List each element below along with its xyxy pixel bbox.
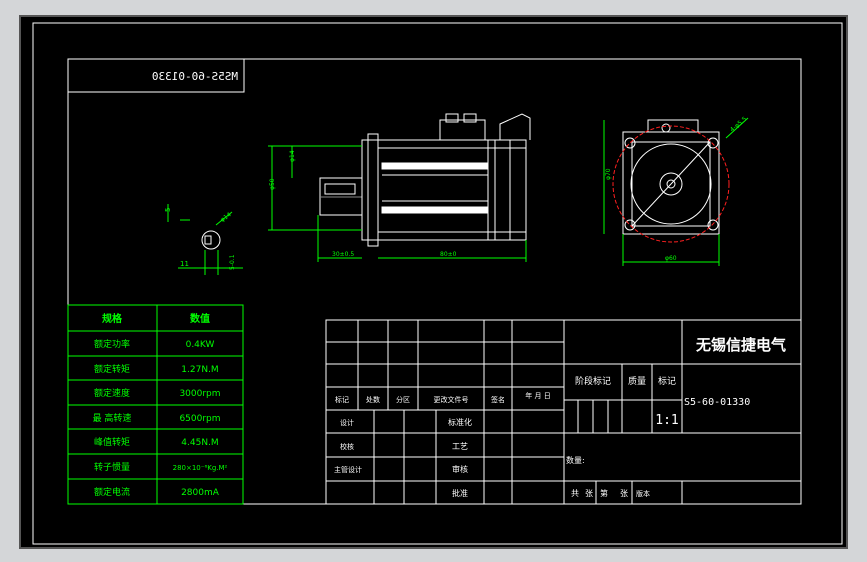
rev-header-0: 标记: [335, 395, 349, 404]
rev-header-2: 分区: [396, 395, 410, 404]
spec-row-2-label: 额定速度: [94, 387, 130, 399]
sheets-c: 第: [600, 488, 608, 498]
mark-label: 标记: [658, 375, 676, 387]
label-approve: 批准: [452, 488, 468, 498]
label-chief: 主管设计: [334, 465, 362, 474]
dim-len-b: 80±0: [440, 251, 457, 258]
spec-row-5-label: 转子惯量: [94, 461, 130, 473]
dim-key-b: 11: [180, 260, 189, 268]
sheets-a: 共: [571, 489, 579, 498]
dim-height-a: φ50: [269, 178, 276, 190]
label-design: 设计: [340, 418, 354, 427]
dim-key-a: 5: [164, 208, 172, 212]
spec-row-6-label: 额定电流: [94, 486, 130, 498]
label-process: 工艺: [452, 442, 468, 451]
dim-len-a: 30±0.5: [332, 251, 354, 258]
rev-header-3: 更改文件号: [434, 395, 469, 404]
quantity-label: 数量:: [566, 455, 585, 465]
company-name: 无锡信捷电气: [695, 336, 786, 354]
spec-row-0-label: 额定功率: [94, 338, 130, 350]
spec-row-6-value: 2800mA: [181, 488, 220, 498]
spec-row-0-value: 0.4KW: [186, 340, 215, 350]
dim-flange-side: φ60: [665, 255, 677, 262]
drawing-area: [19, 15, 848, 549]
spec-row-1-value: 1.27N.M: [181, 365, 218, 375]
spec-row-2-value: 3000rpm: [179, 389, 220, 399]
spec-row-3-label: 最 高转速: [93, 412, 132, 424]
rev-header-4: 签名: [491, 395, 505, 404]
spec-header-1: 数值: [190, 312, 210, 325]
dim-diag: φ70: [605, 168, 612, 180]
dim-height-b: φ14: [289, 150, 296, 162]
drawing-number: S5-60-01330: [684, 397, 750, 408]
spec-row-3-value: 6500rpm: [179, 414, 220, 424]
scale-value: 1:1: [655, 413, 678, 428]
label-review: 审核: [452, 464, 468, 474]
version-label: 版本: [636, 489, 650, 498]
rev-header-5: 年 月 日: [525, 391, 550, 400]
spec-row-4-label: 峰值转矩: [94, 436, 130, 448]
sheets-d: 张: [620, 489, 628, 498]
label-check: 校核: [340, 442, 354, 451]
sheets-b: 张: [585, 489, 593, 498]
model-code-text: MS5S-60-01330: [152, 70, 238, 83]
weight-label: 质量: [628, 375, 646, 387]
rev-header-1: 处数: [366, 395, 380, 404]
cad-drawing-canvas: MS5S-60-01330 5 11 5-0.1 φ14 φ50 φ14 30±…: [0, 0, 867, 562]
spec-header-0: 规格: [102, 312, 123, 325]
label-standard: 标准化: [448, 417, 472, 427]
stage-label: 阶段标记: [575, 375, 611, 387]
spec-row-5-value: 280×10⁻⁶Kg.M²: [173, 464, 228, 472]
dim-keyway: 5-0.1: [229, 254, 236, 270]
spec-row-1-label: 额定转矩: [94, 363, 130, 375]
spec-row-4-value: 4.45N.M: [181, 438, 218, 448]
